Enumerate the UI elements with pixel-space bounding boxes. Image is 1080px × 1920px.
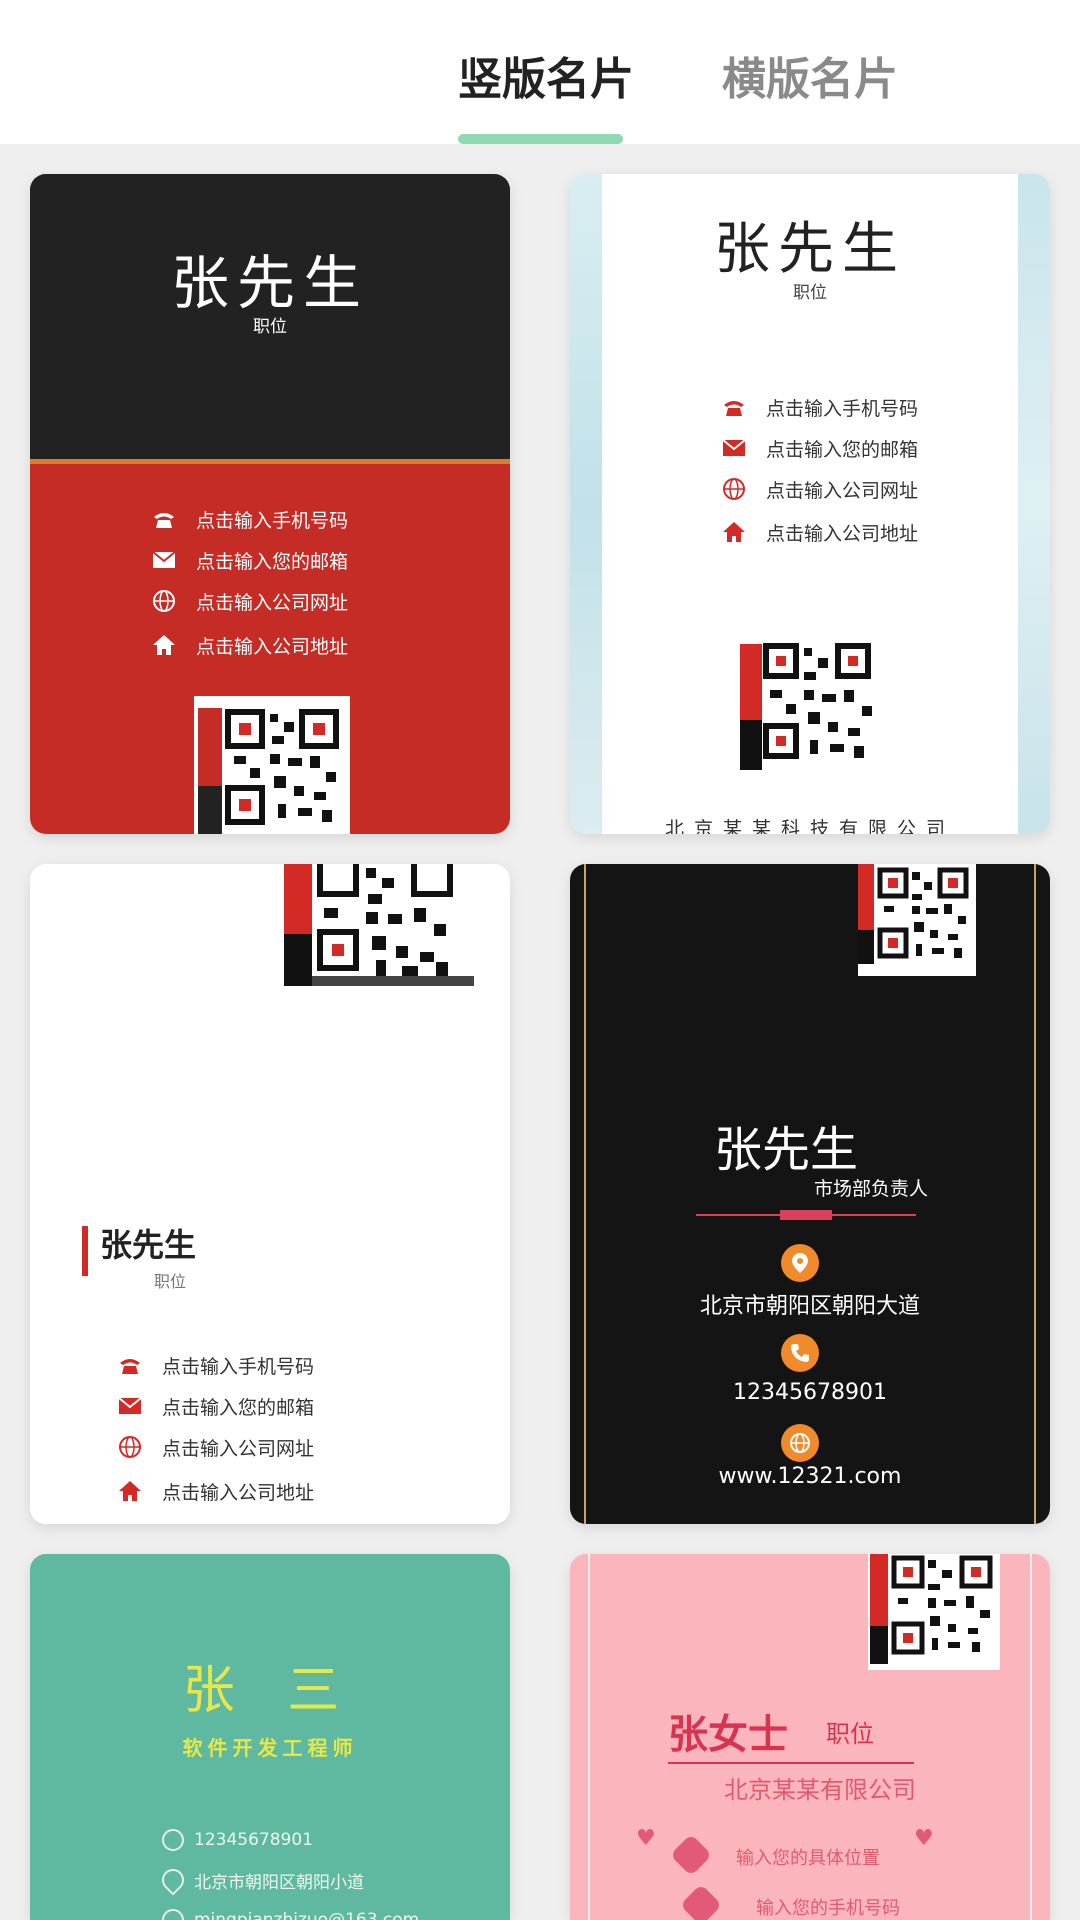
- globe-icon: [150, 589, 178, 613]
- contact-text: mingpianzhizuo@163.com: [194, 1910, 420, 1920]
- contact-text: 点击输入您的邮箱: [196, 550, 349, 573]
- card-frame-line: [588, 1554, 590, 1920]
- tab-horizontal-card[interactable]: 横版名片: [722, 50, 898, 110]
- contact-row: 点击输入您的邮箱: [116, 1391, 314, 1421]
- name-divider: [668, 1762, 914, 1764]
- template-card-4[interactable]: 张先生 市场部负责人 北京市朝阳区朝阳大道 12345678901 www.12…: [570, 864, 1050, 1524]
- card-name: 张女士: [668, 1712, 788, 1758]
- card-name: 张先生: [100, 1226, 197, 1264]
- card-name: 张先生: [714, 1122, 859, 1178]
- card-title: 市场部负责人: [814, 1178, 929, 1200]
- phone-icon: [720, 395, 748, 419]
- qr-code: [284, 864, 474, 986]
- heart-icon: ♥: [636, 1826, 656, 1851]
- home-icon: [116, 1479, 144, 1503]
- card-position: 职位: [826, 1720, 874, 1748]
- tab-bar: 竖版名片 横版名片: [0, 0, 1080, 144]
- card-name: 张先生: [714, 217, 906, 282]
- contact-row: 点击输入公司地址: [150, 630, 348, 660]
- qr-code: [868, 1554, 1000, 1670]
- mail-icon: [150, 548, 178, 572]
- contact-text: 北京市朝阳区朝阳小道: [194, 1872, 364, 1893]
- mail-circle-icon: [162, 1909, 184, 1920]
- globe-icon: [720, 477, 748, 501]
- contact-text: 输入您的手机号码: [756, 1898, 900, 1919]
- contact-row: mingpianzhizuo@163.com: [162, 1906, 419, 1920]
- contact-text: 点击输入公司网址: [766, 479, 919, 502]
- tab-vertical-card[interactable]: 竖版名片: [458, 50, 634, 110]
- card-position: 职位: [793, 283, 827, 303]
- contact-text: 点击输入公司地址: [162, 1481, 315, 1504]
- contact-row: 点击输入您的邮箱: [150, 545, 348, 575]
- card-name: 张先生: [170, 249, 369, 317]
- contact-text: 点击输入公司地址: [766, 522, 919, 545]
- location-icon: [157, 1864, 189, 1896]
- card-website: www.12321.com: [718, 1464, 902, 1489]
- card-title: 软件开发工程师: [182, 1736, 358, 1760]
- card-frame-line: [1030, 1554, 1032, 1920]
- contact-row: 点击输入手机号码: [116, 1350, 314, 1380]
- active-tab-indicator: [458, 134, 623, 144]
- contact-text: 点击输入您的邮箱: [162, 1396, 315, 1419]
- contact-row: 北京市朝阳区朝阳小道: [157, 1864, 364, 1896]
- contact-text: 点击输入公司地址: [196, 635, 349, 658]
- contact-text: 点击输入公司网址: [196, 591, 349, 614]
- home-icon: [150, 633, 178, 657]
- qr-code: [858, 864, 976, 976]
- contact-text: 点击输入手机号码: [766, 397, 919, 420]
- phone-icon: [781, 1334, 819, 1372]
- template-card-6[interactable]: 张女士 职位 北京某某有限公司 ♥ ♥ 输入您的具体位置 输入您的手机号码: [570, 1554, 1050, 1920]
- card-company: 北京某某科技有限公司: [664, 818, 955, 834]
- contact-text: 输入您的具体位置: [736, 1848, 880, 1869]
- contact-row: 点击输入您的邮箱: [720, 433, 918, 463]
- phone-hex-icon: [679, 1883, 723, 1920]
- title-divider-accent: [780, 1210, 832, 1220]
- contact-row: 12345678901: [162, 1826, 313, 1854]
- heart-icon: ♥: [914, 1826, 934, 1851]
- contact-text: 点击输入手机号码: [162, 1355, 315, 1378]
- template-card-3[interactable]: 张先生 职位 点击输入手机号码 点击输入您的邮箱 点击输入公司网址 点击输入公司…: [30, 864, 510, 1524]
- home-icon: [720, 520, 748, 544]
- mail-icon: [116, 1394, 144, 1418]
- phone-icon: [150, 507, 178, 531]
- template-card-5[interactable]: 张 三 软件开发工程师 12345678901 北京市朝阳区朝阳小道 mingp…: [30, 1554, 510, 1920]
- contact-row: 点击输入手机号码: [150, 504, 348, 534]
- contact-row: 点击输入公司地址: [116, 1476, 314, 1506]
- card-position: 职位: [253, 317, 287, 337]
- contact-text: 点击输入您的邮箱: [766, 438, 919, 461]
- template-card-2[interactable]: 张先生 职位 点击输入手机号码 点击输入您的邮箱 点击输入公司网址 点击输入公司…: [570, 174, 1050, 834]
- contact-text: 12345678901: [194, 1830, 313, 1850]
- mail-icon: [720, 436, 748, 460]
- contact-row: 点击输入公司网址: [150, 586, 348, 616]
- globe-icon: [781, 1424, 819, 1462]
- card-company: 北京某某有限公司: [724, 1776, 916, 1804]
- name-accent-bar: [82, 1226, 88, 1276]
- card-name: 张 三: [182, 1661, 358, 1721]
- contact-text: 点击输入公司网址: [162, 1437, 315, 1460]
- phone-icon: [116, 1353, 144, 1377]
- location-hex-icon: [669, 1833, 713, 1877]
- card-address: 北京市朝阳区朝阳大道: [699, 1294, 920, 1319]
- qr-code: [738, 640, 882, 770]
- contact-row: 点击输入公司网址: [116, 1432, 314, 1462]
- qr-code: [194, 696, 350, 834]
- globe-icon: [116, 1435, 144, 1459]
- contact-row: 点击输入公司地址: [720, 517, 918, 547]
- card-position: 职位: [154, 1272, 187, 1291]
- card-phone: 12345678901: [733, 1380, 887, 1405]
- card-frame-line: [584, 864, 586, 1524]
- template-card-1[interactable]: 张先生 职位 点击输入手机号码 点击输入您的邮箱 点击输入公司网址 点击输入公司…: [30, 174, 510, 834]
- phone-circle-icon: [162, 1829, 184, 1851]
- contact-text: 点击输入手机号码: [196, 509, 349, 532]
- contact-row: 点击输入公司网址: [720, 474, 918, 504]
- location-icon: [781, 1244, 819, 1282]
- card-frame-line: [1034, 864, 1036, 1524]
- card-divider: [30, 459, 510, 464]
- contact-row: 点击输入手机号码: [720, 392, 918, 422]
